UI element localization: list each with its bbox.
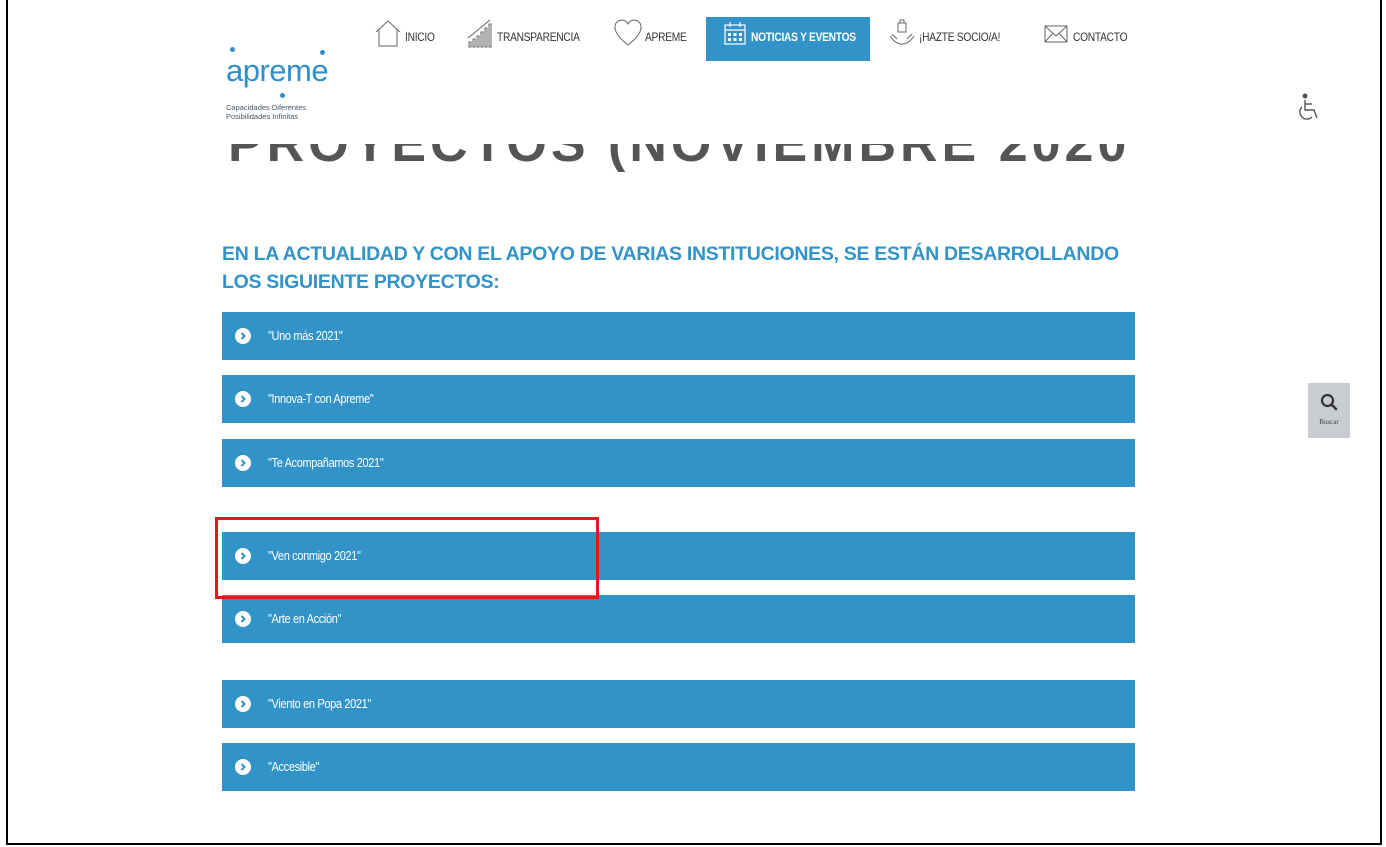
house-icon bbox=[374, 18, 402, 48]
search-button[interactable]: Buscar bbox=[1308, 383, 1350, 438]
chevron-right-icon bbox=[235, 759, 251, 775]
chevron-right-icon bbox=[235, 328, 251, 344]
project-item-accesible[interactable]: "Accesible" bbox=[222, 743, 1135, 791]
project-item-innova-t[interactable]: "Innova-T con Apreme" bbox=[222, 375, 1135, 423]
site-logo[interactable]: apreme Capacidades Diferentes Posibilida… bbox=[226, 40, 356, 130]
search-label: Buscar bbox=[1319, 418, 1339, 426]
project-item-te-acompanamos[interactable]: "Te Acompañamos 2021" bbox=[222, 439, 1135, 487]
logo-dot bbox=[230, 47, 235, 52]
cropped-page-title: PROYECTOS (NOVIEMBRE 2020-OCTUBRE 2021) bbox=[228, 144, 1128, 172]
project-item-viento-en-popa[interactable]: "Viento en Popa 2021" bbox=[222, 680, 1135, 728]
project-label: "Te Acompañamos 2021" bbox=[268, 456, 384, 470]
nav-label: TRANSPARENCIA bbox=[497, 30, 580, 44]
nav-label: CONTACTO bbox=[1073, 30, 1128, 44]
tagline-line-2: Posibilidades Infinitas bbox=[226, 111, 299, 121]
project-label: "Ven conmigo 2021" bbox=[268, 549, 361, 563]
nav-item-contacto[interactable]: CONTACTO bbox=[1042, 18, 1137, 60]
chevron-right-icon bbox=[235, 696, 251, 712]
nav-label: ¡HAZTE SOCIO/A! bbox=[919, 30, 1001, 44]
logo-wordmark: apreme bbox=[226, 53, 329, 88]
heart-icon bbox=[614, 18, 642, 48]
search-icon bbox=[1320, 393, 1338, 411]
nav-item-transparencia[interactable]: TRANSPARENCIA bbox=[466, 18, 594, 60]
nav-label: INICIO bbox=[405, 30, 435, 44]
project-item-uno-mas[interactable]: "Uno más 2021" bbox=[222, 312, 1135, 360]
wheelchair-icon[interactable] bbox=[1296, 93, 1322, 123]
chevron-right-icon bbox=[235, 455, 251, 471]
project-item-ven-conmigo[interactable]: "Ven conmigo 2021" bbox=[222, 532, 1135, 580]
project-label: "Accesible" bbox=[268, 760, 320, 774]
chevron-right-icon bbox=[235, 391, 251, 407]
bar-chart-icon bbox=[466, 18, 494, 48]
chevron-right-icon bbox=[235, 548, 251, 564]
project-label: "Uno más 2021" bbox=[268, 329, 343, 343]
logo-dot bbox=[280, 93, 285, 98]
project-label: "Innova-T con Apreme" bbox=[268, 392, 374, 406]
nav-label: APREME bbox=[645, 30, 687, 44]
project-label: "Viento en Popa 2021" bbox=[268, 697, 371, 711]
nav-item-noticias-y-eventos[interactable]: NOTICIAS Y EVENTOS bbox=[724, 18, 874, 60]
project-item-arte-en-accion[interactable]: "Arte en Acción" bbox=[222, 595, 1135, 643]
hands-icon bbox=[888, 18, 916, 48]
cropped-page-title-text: PROYECTOS (NOVIEMBRE 2020-OCTUBRE 2021) bbox=[228, 144, 1128, 172]
nav-item-inicio[interactable]: INICIO bbox=[374, 18, 440, 60]
project-label: "Arte en Acción" bbox=[268, 612, 342, 626]
nav-label: NOTICIAS Y EVENTOS bbox=[751, 30, 856, 44]
envelope-icon bbox=[1042, 18, 1070, 48]
nav-item-apreme[interactable]: APREME bbox=[614, 18, 694, 60]
nav-item-hazte-socio[interactable]: ¡HAZTE SOCIO/A! bbox=[888, 18, 1015, 60]
chevron-right-icon bbox=[235, 611, 251, 627]
projects-headline: En la actualidad y con el apoyo de varia… bbox=[222, 243, 1119, 293]
logo-tagline: Capacidades Diferentes Posibilidades Inf… bbox=[226, 103, 366, 121]
calendar-icon bbox=[724, 18, 748, 48]
